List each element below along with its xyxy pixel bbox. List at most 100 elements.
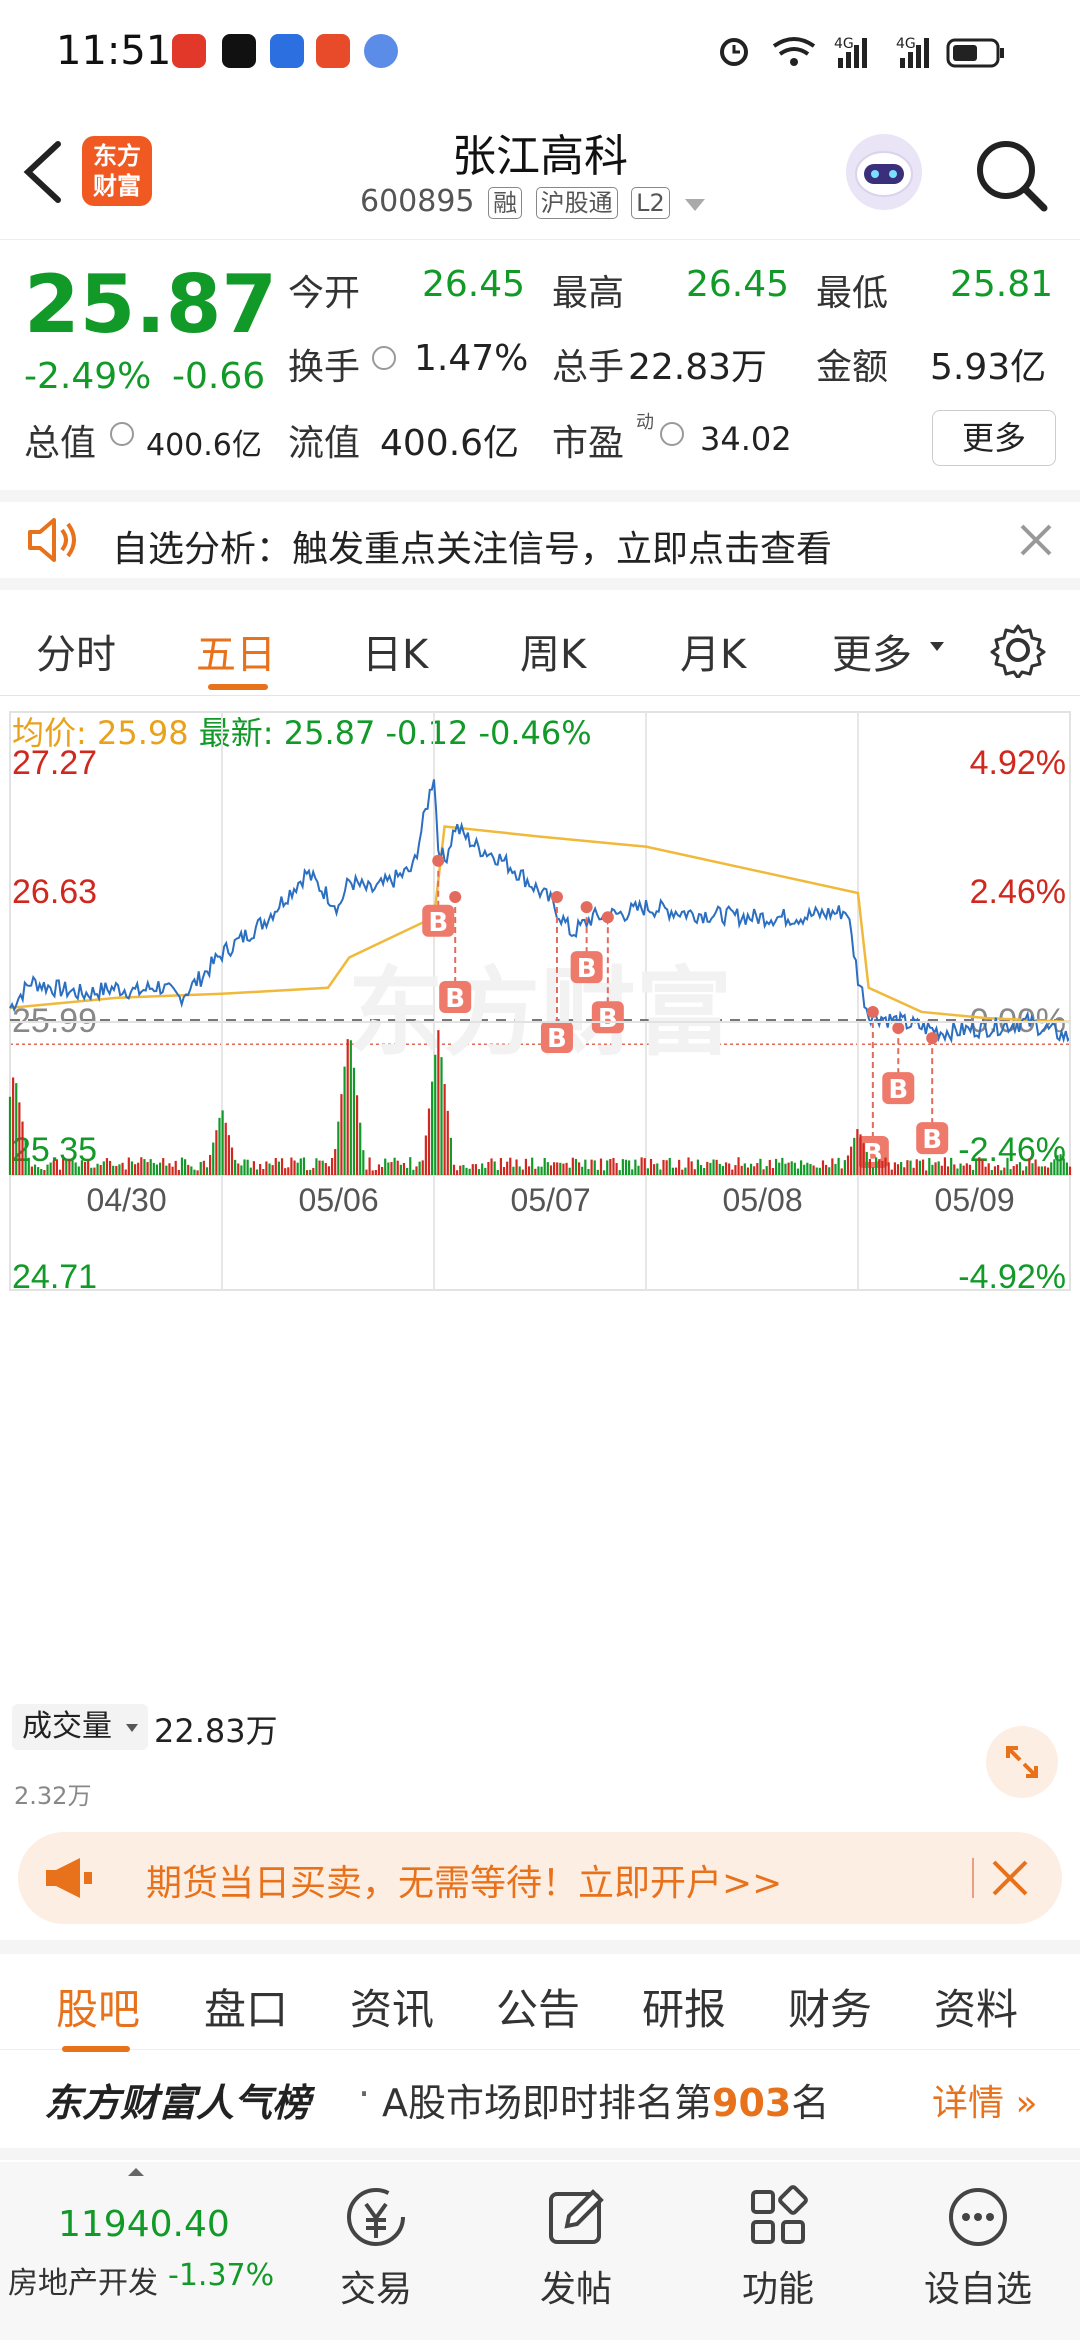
alarm-icon bbox=[720, 38, 748, 66]
tab-finance[interactable]: 财务 bbox=[788, 1976, 872, 2037]
buy-marker-dot bbox=[580, 901, 593, 914]
watermark-logo: 东方财富 bbox=[348, 957, 732, 1069]
tab-profile[interactable]: 资料 bbox=[934, 1976, 1018, 2037]
tab-guba[interactable]: 股吧 bbox=[56, 1976, 140, 2037]
ranking-brand: 东方财富人气榜 bbox=[44, 2081, 311, 2125]
high-label: 最高 bbox=[552, 273, 625, 314]
tag-level2: L2 bbox=[631, 187, 670, 219]
y-tick-label: 26.63 bbox=[12, 873, 97, 911]
info-icon[interactable] bbox=[110, 422, 134, 446]
ranking-prefix: A股市场即时排名第 bbox=[382, 2081, 712, 2125]
y-pct-label: 4.92% bbox=[970, 744, 1066, 782]
music-app-icon bbox=[364, 34, 398, 68]
stock-code-row[interactable]: 600895 融 沪股通 L2 bbox=[360, 184, 706, 219]
x-date-label: 05/06 bbox=[299, 1182, 379, 1218]
bulb-app-icon bbox=[270, 34, 304, 68]
y-tick-label: 24.71 bbox=[12, 1258, 97, 1296]
volume-label: 总手 bbox=[552, 347, 625, 388]
volume-selector[interactable]: 成交量 bbox=[12, 1704, 148, 1750]
volume-total: 22.83万 bbox=[154, 1712, 278, 1750]
sector-change: -1.37% bbox=[168, 2258, 275, 2293]
robot-assistant-icon[interactable] bbox=[842, 130, 926, 214]
post-button[interactable]: 发帖 bbox=[506, 2172, 646, 2312]
tab-news[interactable]: 资讯 bbox=[350, 1976, 434, 2037]
change-amount: -0.66 bbox=[172, 356, 266, 397]
status-icons: 4G 4G bbox=[720, 36, 1004, 68]
sector-index-value: 11940.40 bbox=[58, 2204, 230, 2245]
tab-five-day[interactable]: 五日 bbox=[196, 622, 276, 680]
tag-margin: 融 bbox=[488, 187, 523, 219]
dot-separator: · bbox=[358, 2072, 371, 2116]
add-watchlist-label: 设自选 bbox=[923, 2269, 1032, 2310]
trade-label: 交易 bbox=[339, 2269, 412, 2310]
info-icon[interactable] bbox=[372, 346, 396, 370]
tab-intraday[interactable]: 分时 bbox=[36, 622, 116, 680]
settings-gear-icon[interactable] bbox=[990, 622, 1046, 678]
sector-index[interactable]: 11940.40 房地产开发 -1.37% bbox=[0, 2162, 290, 2340]
grid-apps-icon bbox=[751, 2185, 808, 2244]
close-icon[interactable] bbox=[1018, 522, 1054, 558]
y-pct-label: -4.92% bbox=[958, 1258, 1066, 1296]
ranking-text: A股市场即时排名第903名 bbox=[382, 2072, 829, 2127]
current-price: 25.87 bbox=[24, 258, 278, 351]
taobao-app-icon bbox=[172, 34, 206, 68]
tab-research[interactable]: 研报 bbox=[642, 1976, 726, 2037]
tab-more[interactable]: 更多 bbox=[832, 622, 912, 680]
fullscreen-button[interactable] bbox=[986, 1726, 1058, 1798]
tab-monthly-k[interactable]: 月K bbox=[680, 622, 746, 680]
megaphone-icon bbox=[46, 1858, 92, 1898]
buy-marker-label: B bbox=[598, 1004, 618, 1034]
volume-caret-icon bbox=[125, 1723, 138, 1732]
buy-marker-label: B bbox=[922, 1125, 942, 1155]
speaker-icon bbox=[28, 518, 76, 562]
notice-bar[interactable]: 自选分析：触发重点关注信号，立即点击查看 bbox=[0, 490, 1080, 590]
tab-pankou[interactable]: 盘口 bbox=[204, 1976, 288, 2037]
trade-yen-icon bbox=[347, 2188, 405, 2246]
trade-button[interactable]: 交易 bbox=[306, 2172, 446, 2312]
dropdown-caret-icon bbox=[685, 199, 706, 211]
pe-dynamic-sup: 动 bbox=[636, 412, 654, 433]
signal-label-2: 4G bbox=[896, 36, 916, 52]
tab-daily-k[interactable]: 日K bbox=[362, 622, 428, 680]
futures-ad-banner[interactable]: 期货当日买卖，无需等待！立即开户>> bbox=[18, 1832, 1062, 1924]
active-tab-indicator bbox=[208, 684, 268, 690]
info-icon[interactable] bbox=[660, 422, 684, 446]
x-date-label: 05/07 bbox=[511, 1182, 591, 1218]
post-label: 发帖 bbox=[539, 2269, 612, 2310]
low-value: 25.81 bbox=[950, 264, 1054, 305]
x-date-label: 04/30 bbox=[87, 1182, 167, 1218]
popularity-ranking[interactable]: 东方财富人气榜 · A股市场即时排名第903名 详情 » bbox=[0, 2050, 1080, 2160]
add-watchlist-button[interactable]: 设自选 bbox=[908, 2172, 1048, 2312]
pe-label: 市盈 bbox=[552, 423, 625, 464]
functions-label: 功能 bbox=[741, 2269, 814, 2310]
tab-announcements[interactable]: 公告 bbox=[496, 1976, 580, 2037]
buy-marker-label: B bbox=[445, 984, 465, 1014]
info-tabs: 股吧 盘口 资讯 公告 研报 财务 资料 bbox=[0, 1940, 1080, 2052]
search-icon[interactable] bbox=[972, 136, 1052, 216]
five-day-chart[interactable]: 均价: 25.98 最新: 25.87 -0.12 -0.46% 27.27 4.… bbox=[0, 696, 1080, 1816]
float-value: 400.6亿 bbox=[380, 423, 520, 464]
tab-weekly-k[interactable]: 周K bbox=[520, 622, 586, 680]
more-caret-icon bbox=[930, 642, 944, 651]
x-date-label: 05/08 bbox=[723, 1182, 803, 1218]
futures-ad-text: 期货当日买卖，无需等待！立即开户>> bbox=[146, 1863, 783, 1904]
stock-code: 600895 bbox=[360, 184, 475, 219]
buy-marker-label: B bbox=[547, 1024, 567, 1054]
buy-marker-label: B bbox=[428, 908, 448, 938]
ranking-detail-link[interactable]: 详情 » bbox=[932, 2074, 1038, 2126]
float-label: 流值 bbox=[288, 423, 361, 464]
y-pct-label: -2.46% bbox=[958, 1131, 1066, 1169]
volume-value: 22.83万 bbox=[628, 347, 768, 388]
change-percent: -2.49% bbox=[24, 356, 152, 397]
notice-text: 自选分析：触发重点关注信号，立即点击查看 bbox=[112, 529, 833, 570]
more-button[interactable]: 更多 bbox=[932, 410, 1056, 466]
functions-button[interactable]: 功能 bbox=[708, 2172, 848, 2312]
ranking-detail-label: 详情 bbox=[932, 2083, 1005, 2124]
signal-label-1: 4G bbox=[834, 36, 854, 52]
buy-marker-dot bbox=[550, 891, 563, 904]
close-icon[interactable] bbox=[990, 1858, 1030, 1898]
y-pct-label: 2.46% bbox=[970, 873, 1066, 911]
status-time: 11:51 bbox=[56, 28, 172, 74]
douyin-app-icon bbox=[222, 34, 256, 68]
pe-value: 34.02 bbox=[700, 420, 792, 458]
